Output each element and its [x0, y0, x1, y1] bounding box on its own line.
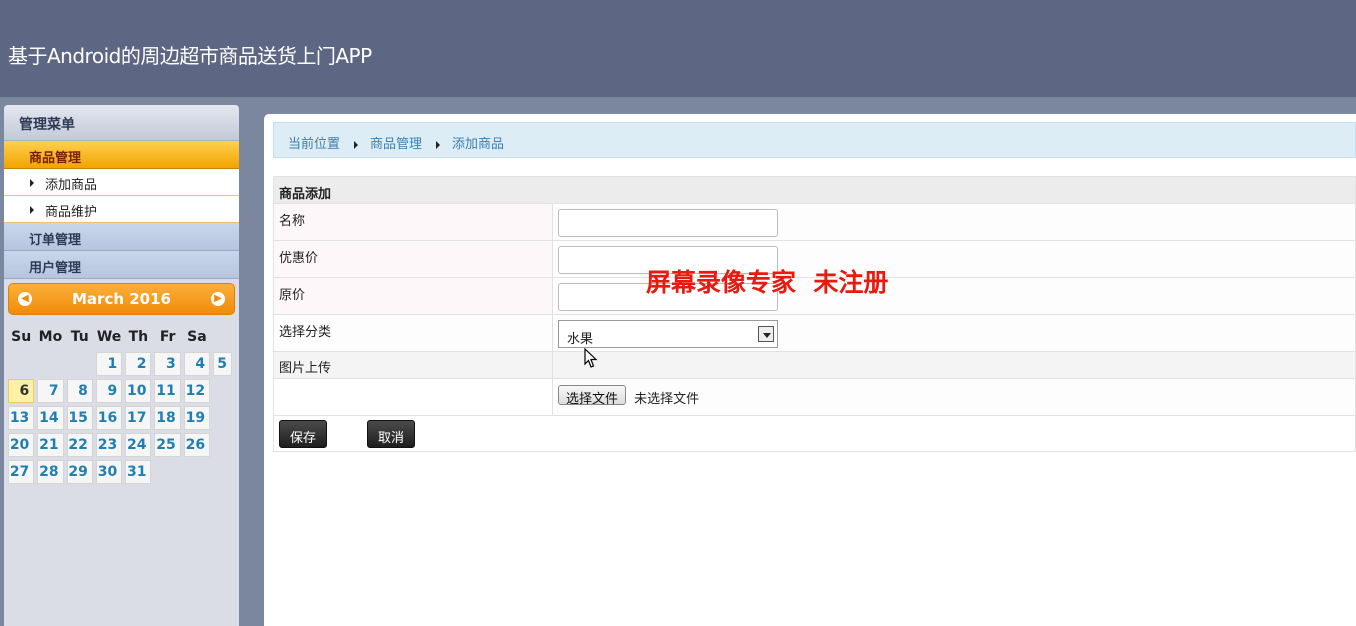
calendar-day[interactable]: 13: [8, 406, 35, 430]
calendar-grid: Su Mo Tu We Th Fr Sa 1 2 3 4 5 6 7 8 9 1…: [5, 322, 235, 487]
calendar-day[interactable]: 29: [66, 460, 93, 484]
image-upload-label-spacer: [552, 351, 1356, 379]
calendar-day[interactable]: 1: [95, 352, 123, 376]
calendar-day[interactable]: 21: [37, 433, 64, 457]
file-status: 未选择文件: [634, 392, 700, 407]
name-input[interactable]: [558, 209, 778, 237]
calendar-day[interactable]: 30: [95, 460, 123, 484]
calendar-header: ◀ March 2016 ▶: [8, 283, 235, 315]
calendar-day[interactable]: 7: [37, 379, 64, 403]
category-cell: 水果: [552, 314, 1356, 352]
calendar-day[interactable]: 28: [37, 460, 64, 484]
calendar-day[interactable]: 4: [183, 352, 211, 376]
weekday-header: Mo: [38, 329, 63, 345]
main-content: 当前位置 商品管理 添加商品 商品添加 名称 优惠价 原价 选择分类 水果 图片…: [264, 114, 1356, 626]
calendar-empty-cell: [154, 460, 180, 484]
menu-group-orders[interactable]: 订单管理: [4, 223, 239, 251]
triangle-right-icon: [30, 179, 34, 187]
button-row: 保存 取消: [273, 415, 1356, 452]
weekday-header: Sa: [187, 329, 207, 345]
calendar-day[interactable]: 20: [8, 433, 35, 457]
calendar-day[interactable]: 16: [95, 406, 123, 430]
chevron-down-icon[interactable]: [758, 326, 774, 342]
calendar-day[interactable]: 11: [154, 379, 181, 403]
calendar-day[interactable]: 27: [8, 460, 35, 484]
calendar-widget: ◀ March 2016 ▶ Su Mo Tu We Th Fr Sa 1 2 …: [8, 283, 235, 487]
calendar-day[interactable]: 8: [66, 379, 93, 403]
category-label: 选择分类: [273, 314, 553, 352]
calendar-day[interactable]: 18: [154, 406, 181, 430]
calendar-empty-cell: [37, 352, 63, 376]
calendar-day[interactable]: 17: [125, 406, 152, 430]
breadcrumb: 当前位置 商品管理 添加商品: [273, 122, 1356, 158]
calendar-empty-cell: [184, 460, 210, 484]
mouse-cursor-icon: [584, 348, 598, 368]
calendar-day[interactable]: 31: [125, 460, 152, 484]
triangle-right-icon: [30, 206, 34, 214]
image-upload-label: 图片上传: [273, 351, 553, 379]
calendar-day[interactable]: 23: [95, 433, 123, 457]
menu-group-products[interactable]: 商品管理: [4, 141, 239, 169]
calendar-empty-cell: [67, 352, 93, 376]
product-form: 商品添加 名称 优惠价 原价 选择分类 水果 图片上传 选择文件 未选择文件 保…: [273, 176, 1356, 452]
app-title: 基于Android的周边超市商品送货上门APP: [8, 44, 372, 68]
calendar-day[interactable]: 24: [125, 433, 152, 457]
original-price-label: 原价: [273, 277, 553, 315]
weekday-header: Th: [128, 329, 149, 345]
calendar-day[interactable]: 15: [66, 406, 93, 430]
calendar-day[interactable]: 12: [183, 379, 211, 403]
menu-item-label: 商品维护: [45, 205, 98, 220]
calendar-day[interactable]: 19: [183, 406, 211, 430]
calendar-day[interactable]: 2: [125, 352, 152, 376]
cancel-button[interactable]: 取消: [367, 420, 415, 448]
upload-cell: 选择文件 未选择文件: [552, 378, 1356, 416]
triangle-right-icon: [436, 140, 441, 149]
name-label: 名称: [273, 203, 553, 241]
breadcrumb-item[interactable]: 商品管理: [370, 137, 422, 152]
save-button[interactable]: 保存: [279, 420, 327, 448]
calendar-day-today[interactable]: 6: [8, 379, 35, 403]
category-selected-value: 水果: [567, 332, 594, 347]
menu-group-users[interactable]: 用户管理: [4, 251, 239, 279]
menu-item-label: 添加商品: [45, 178, 98, 193]
calendar-day[interactable]: 26: [183, 433, 211, 457]
choose-file-button[interactable]: 选择文件: [558, 385, 627, 407]
calendar-day[interactable]: 22: [66, 433, 93, 457]
menu-item-maintain-products[interactable]: 商品维护: [4, 196, 239, 223]
form-title: 商品添加: [273, 176, 1356, 204]
calendar-month-label: March 2016: [72, 290, 171, 308]
menu-item-add-product[interactable]: 添加商品: [4, 169, 239, 196]
weekday-header: Su: [11, 329, 32, 345]
calendar-empty-cell: [8, 352, 34, 376]
next-month-icon[interactable]: ▶: [211, 292, 225, 306]
app-header: 基于Android的周边超市商品送货上门APP: [0, 0, 1356, 97]
sidebar: 管理菜单 商品管理 添加商品 商品维护 订单管理 用户管理 ◀ March 20…: [4, 105, 239, 626]
weekday-header: Fr: [159, 329, 176, 345]
weekday-header: We: [96, 329, 122, 345]
category-select[interactable]: 水果: [558, 320, 778, 348]
recording-watermark: 屏幕录像专家 未注册: [646, 268, 889, 297]
calendar-day[interactable]: 25: [154, 433, 181, 457]
breadcrumb-item[interactable]: 添加商品: [452, 137, 504, 152]
sidebar-title: 管理菜单: [4, 105, 239, 141]
discount-price-label: 优惠价: [273, 240, 553, 278]
prev-month-icon[interactable]: ◀: [18, 292, 32, 306]
calendar-day[interactable]: 3: [154, 352, 181, 376]
triangle-right-icon: [354, 140, 359, 149]
weekday-header: Tu: [70, 329, 89, 345]
calendar-day[interactable]: 9: [95, 379, 123, 403]
calendar-day[interactable]: 10: [125, 379, 152, 403]
upload-empty-cell: [273, 378, 553, 416]
name-cell: [552, 203, 1356, 241]
calendar-day[interactable]: 5: [213, 352, 232, 376]
breadcrumb-item: 当前位置: [288, 137, 341, 152]
calendar-day[interactable]: 14: [37, 406, 64, 430]
